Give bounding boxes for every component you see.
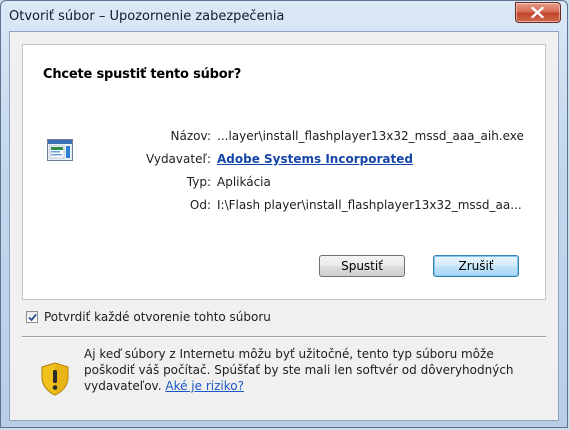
type-row: Typ: bbox=[23, 175, 211, 193]
file-info-panel: Chcete spustiť tento súbor? Názov: ...la… bbox=[22, 44, 546, 300]
dialog-client-area: Chcete spustiť tento súbor? Názov: ...la… bbox=[9, 31, 559, 421]
window-title: Otvoriť súbor – Upozornenie zabezpečenia bbox=[9, 9, 285, 24]
name-label: Názov: bbox=[170, 129, 211, 143]
checkmark-icon bbox=[28, 313, 37, 322]
close-x-icon bbox=[531, 7, 544, 18]
type-label: Typ: bbox=[186, 175, 211, 189]
from-row: Od: bbox=[23, 198, 211, 216]
title-bar[interactable]: Otvoriť súbor – Upozornenie zabezpečenia bbox=[1, 1, 567, 33]
from-label: Od: bbox=[189, 198, 211, 212]
name-row: Názov: bbox=[23, 129, 211, 147]
dialog-heading: Chcete spustiť tento súbor? bbox=[43, 67, 242, 82]
warning-text-block: Aj keď súbory z Internetu môžu byť užito… bbox=[84, 346, 544, 394]
close-button[interactable] bbox=[515, 2, 561, 23]
separator bbox=[22, 336, 546, 338]
warning-text: Aj keď súbory z Internetu môžu byť užito… bbox=[84, 347, 514, 393]
run-button[interactable]: Spustiť bbox=[319, 255, 405, 277]
from-value: I:\Flash player\install_flashplayer13x32… bbox=[217, 198, 522, 212]
type-value: Aplikácia bbox=[217, 175, 271, 189]
cancel-button[interactable]: Zrušiť bbox=[433, 255, 519, 277]
publisher-row: Vydavateľ: bbox=[23, 152, 211, 170]
confirm-checkbox[interactable] bbox=[26, 311, 38, 323]
publisher-label: Vydavateľ: bbox=[145, 152, 211, 166]
risk-link[interactable]: Aké je riziko? bbox=[165, 379, 244, 393]
security-warning-dialog: Otvoriť súbor – Upozornenie zabezpečenia… bbox=[0, 0, 568, 428]
confirm-checkbox-label[interactable]: Potvrdiť každé otvorenie tohto súboru bbox=[44, 310, 271, 324]
security-shield-warning-icon bbox=[41, 362, 69, 396]
publisher-link[interactable]: Adobe Systems Incorporated bbox=[217, 152, 413, 170]
name-value: ...layer\install_flashplayer13x32_mssd_a… bbox=[217, 129, 524, 143]
